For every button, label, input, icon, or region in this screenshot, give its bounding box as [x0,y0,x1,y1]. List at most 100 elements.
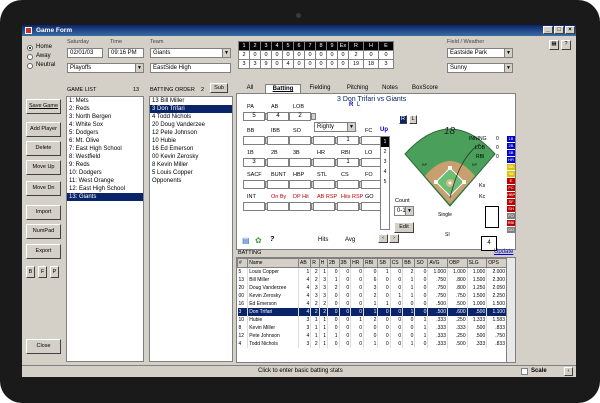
score-cell[interactable]: 0 [315,59,327,69]
game-list[interactable]: 1: Mets 2: Reds 3: North Bergen 4: White So… [66,96,144,362]
score-cell[interactable]: 0 [304,50,316,60]
batting-header-cell[interactable]: BB [402,258,416,268]
batting-header-cell[interactable]: SO [414,258,429,268]
score-cell[interactable]: 0 [378,50,394,60]
stat-spinner[interactable] [289,158,316,167]
side-r[interactable]: R [349,102,353,108]
import-button[interactable]: Import [26,205,61,220]
batting-header-cell[interactable]: HR [350,258,365,268]
side-select[interactable]: Righty ▼ [314,122,356,132]
stat-spinner[interactable] [243,180,270,189]
score-cell[interactable]: 2 [348,50,364,60]
stat-key-3b[interactable]: 3B [507,150,515,156]
move-up-button[interactable]: Move Up [26,160,61,175]
lob-box-value[interactable]: 0 [496,145,499,151]
score-cell[interactable]: 0 [304,59,316,69]
tab-notes[interactable]: Notes [379,84,401,93]
stat-spinner[interactable]: 2 [289,112,316,121]
batting-order-item[interactable]: 13 Bill Miller [150,97,232,105]
stat-key-bb[interactable]: BB [507,164,515,170]
stat-spinner[interactable] [267,158,294,167]
batting-order-item[interactable]: 5 Louis Copper [150,169,232,177]
game-list-item[interactable]: 13: Giants [67,193,143,201]
score-cell[interactable]: 0 [271,59,283,69]
batting-order-item[interactable]: 20 Doug Vanderzee [150,121,232,129]
date-field[interactable]: 02/01/03 [67,48,103,58]
scale-checkbox[interactable] [521,368,528,375]
minimize-icon[interactable]: _ [543,26,553,34]
stat-key-fc[interactable]: FC [507,185,515,191]
team-select[interactable]: Giants ▼ [150,48,231,58]
stat-spinner[interactable] [313,202,340,211]
score-cell[interactable]: 0 [326,59,338,69]
stat-key-rbi[interactable]: RBI [507,220,515,226]
score-cell[interactable]: 19 [348,59,364,69]
game-type-select[interactable]: Playoffs ▼ [67,63,144,73]
score-cell[interactable]: 0 [260,50,272,60]
numpad-button[interactable]: NumPad [26,224,61,239]
stat-spinner[interactable] [313,180,340,189]
stat-key-e[interactable]: E [507,178,515,184]
score-cell[interactable]: 0 [326,50,338,60]
stat-spinner[interactable] [243,136,270,145]
weather-select[interactable]: Sunny ▼ [447,63,513,73]
stat-spinner[interactable] [289,202,316,211]
tab-all[interactable]: All [241,84,259,93]
at-bat-column[interactable]: 1 2 3 4 5 [380,136,390,230]
batting-header-cell[interactable]: AVG [427,258,448,268]
table-row[interactable]: 4 Todd Nichols 3 2 1 0 0 0 1 0 0 1 0.333.500.333.833 [237,340,507,348]
stat-key-1b[interactable]: 1B [507,136,515,142]
stat-spinner[interactable]: 3 [243,158,270,167]
batting-header-cell[interactable]: SLG [466,258,488,268]
sub-button[interactable]: Sub [210,83,228,93]
stat-spinner[interactable] [313,158,340,167]
stat-key-fo[interactable]: FO [507,213,515,219]
batting-order-item[interactable]: 8 Kevin Miller [150,161,232,169]
score-cell[interactable]: 0 [315,50,327,60]
batting-order-item[interactable]: 10 Hubie [150,137,232,145]
stat-spinner[interactable]: 1 [337,158,364,167]
home-radio[interactable] [27,45,33,51]
batting-header-cell[interactable]: SB [377,258,391,268]
batting-order-item[interactable]: 3 Don Trifari [150,105,232,113]
batting-header-cell[interactable]: RBI [363,258,379,268]
strike-zone-box[interactable] [485,206,499,228]
add-player-button[interactable]: Add Player [26,122,61,137]
batting-table[interactable]: # Name AB R H 2B 3B HR RBI SB CS BB SO AVG OBP SLG OPS 5 L… [237,258,507,348]
score-cell[interactable]: 0 [337,59,349,69]
opponent-field[interactable]: EastSide High [150,63,231,73]
game-list-item[interactable]: 8: Westfield [67,153,143,161]
batting-header-cell[interactable]: R [310,258,320,268]
score-cell[interactable]: 9 [260,59,272,69]
game-list-item[interactable]: 12: East High School [67,185,143,193]
table-row[interactable]: 5 Louis Copper 1 2 1 0 0 0 0 1 0 2 0 1.000 1.000 1.000 2… [237,267,507,276]
game-list-item[interactable]: 6: Mt. Olive [67,137,143,145]
side-l[interactable]: L [357,102,360,108]
table-row[interactable]: 20 Doug Vanderzee 4 3 3 2 0 0 3 0 0 1 0.750.800 1.250… [237,284,507,292]
score-cell[interactable]: 0 [363,50,379,60]
score-cell[interactable]: 3 [378,59,394,69]
away-radio[interactable] [27,54,33,60]
score-cell[interactable]: 0 [293,50,305,60]
table-row[interactable]: 00 Kevin Zerosky 4 3 3 0 0 0 2 0 1 1 0.750.750 1.500 2… [237,292,507,300]
game-list-item[interactable]: 1: Mets [67,97,143,105]
stat-key-sf[interactable]: SF [507,199,515,205]
grid-icon[interactable]: ▦ [549,40,559,50]
batting-header-cell[interactable]: 2B [327,258,340,268]
stat-spinner[interactable]: 5 [243,112,270,121]
game-list-item[interactable]: 11: West Orange [67,177,143,185]
batting-header-cell[interactable]: OPS [486,258,507,268]
next-arrow-icon[interactable]: › [389,234,399,243]
stat-spinner[interactable]: 4 [267,112,294,121]
maximize-icon[interactable]: □ [554,26,564,34]
batting-header-cell[interactable]: Name [247,258,300,268]
batting-order-list[interactable]: 13 Bill Miller 3 Don Trifari 4 Todd Nichol… [149,96,233,362]
table-row[interactable]: 8 Kevin Miller 3 1 1 0 0 0 0 0 0 0 1.333.333.500.833 [237,324,507,332]
move-dn-button[interactable]: Move Dn [26,181,61,196]
inning-value[interactable]: 0 [496,136,499,142]
score-cell[interactable]: 0 [293,59,305,69]
score-cell[interactable]: 0 [337,50,349,60]
batting-order-item[interactable]: 16 Ed Emerson [150,145,232,153]
stat-spinner[interactable] [337,180,364,189]
help-icon[interactable]: ? [561,40,571,50]
